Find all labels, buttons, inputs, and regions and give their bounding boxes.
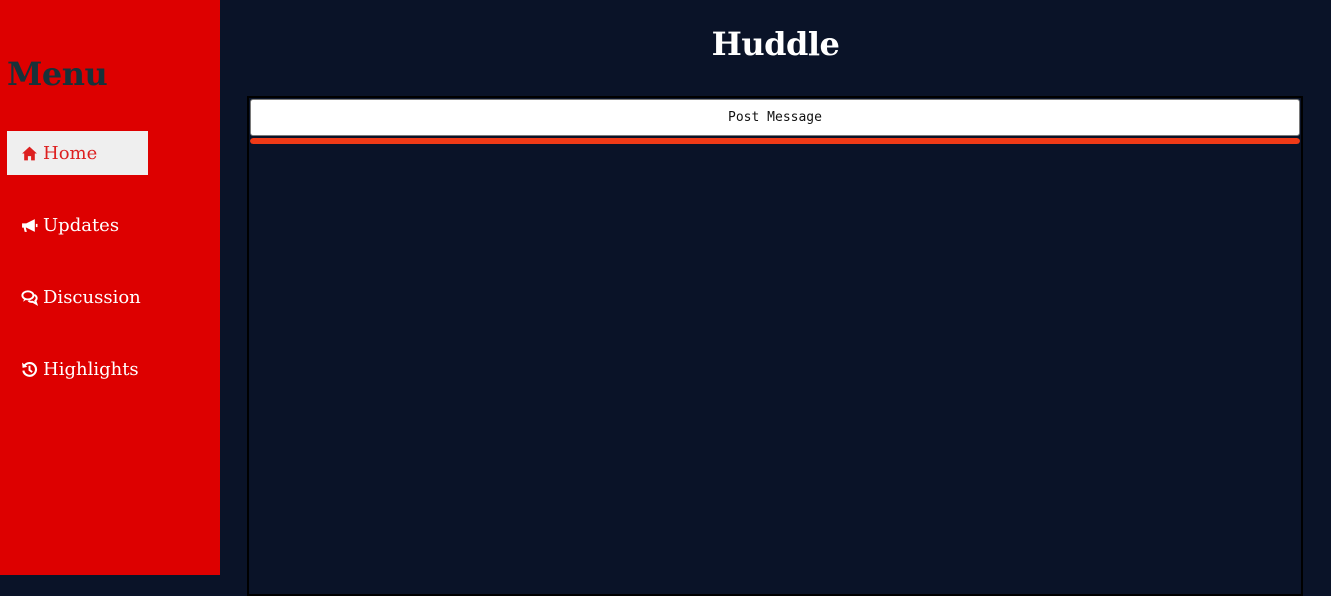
post-message-button[interactable]: Post Message [250, 99, 1300, 136]
home-icon [20, 144, 38, 162]
progress-bar [250, 138, 1300, 144]
sidebar-item-highlights[interactable]: Highlights [7, 347, 148, 391]
bullhorn-icon [20, 216, 38, 234]
comments-icon [20, 288, 38, 306]
sidebar-item-label: Home [43, 142, 98, 164]
sidebar-item-label: Updates [43, 214, 120, 236]
progress-bar-fill [250, 138, 1300, 144]
sidebar-item-label: Discussion [43, 286, 141, 308]
page-title: Huddle [711, 25, 840, 63]
sidebar-item-updates[interactable]: Updates [7, 203, 148, 247]
sidebar-item-discussion[interactable]: Discussion [7, 275, 148, 319]
message-panel: Post Message [247, 96, 1303, 596]
history-icon [20, 360, 38, 378]
menu-title: Menu [7, 55, 108, 93]
sidebar-item-label: Highlights [43, 358, 139, 380]
main-content: Huddle Post Message [220, 0, 1331, 596]
sidebar: Menu Home Updates Discussion Highlights [0, 0, 220, 575]
sidebar-item-home[interactable]: Home [7, 131, 148, 175]
